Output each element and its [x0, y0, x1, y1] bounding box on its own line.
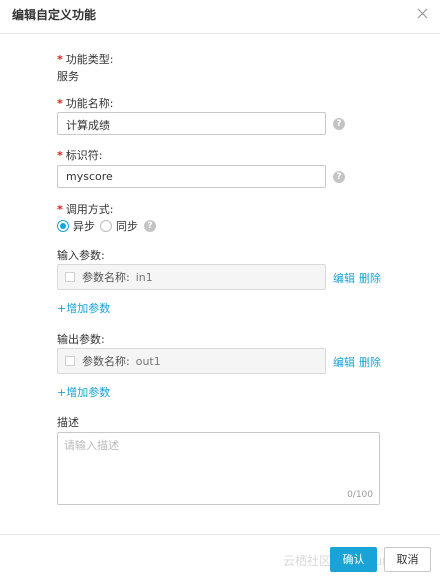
radio-async[interactable] [57, 220, 69, 232]
function-type-value: 服务 [57, 70, 79, 83]
add-output-param-link[interactable]: +增加参数 [57, 384, 110, 400]
confirm-button[interactable]: 确认 [330, 547, 377, 572]
input-param-checkbox[interactable] [65, 272, 75, 282]
output-param-delete-link[interactable]: 删除 [359, 354, 381, 370]
required-marker: * [57, 203, 63, 216]
add-input-param-link[interactable]: +增加参数 [57, 300, 110, 316]
input-param-edit-link[interactable]: 编辑 [333, 270, 355, 286]
function-type-label: * 功能类型: [57, 53, 114, 66]
call-mode-help-icon[interactable]: ? [144, 220, 156, 232]
description-label: 描述 [57, 416, 79, 429]
function-name-label: * 功能名称: [57, 97, 114, 110]
close-icon[interactable] [417, 8, 428, 19]
call-mode-label: * 调用方式: [57, 203, 114, 216]
output-param-checkbox[interactable] [65, 356, 75, 366]
required-marker: * [57, 149, 63, 162]
radio-sync[interactable] [100, 220, 112, 232]
input-params-label: 输入参数: [57, 249, 105, 262]
edit-custom-function-dialog: 编辑自定义功能 * 功能类型: 服务 * 功能名称: 计算成绩 ? * 标识符: my… [0, 0, 440, 578]
output-param-row: 参数名称: out1 [57, 348, 326, 374]
required-marker: * [57, 53, 63, 66]
dialog-title: 编辑自定义功能 [12, 8, 97, 22]
dialog-header: 编辑自定义功能 [0, 0, 440, 34]
function-name-input[interactable]: 计算成绩 [57, 112, 326, 135]
output-param-name-value: out1 [135, 354, 161, 368]
required-marker: * [57, 97, 63, 110]
description-placeholder: 请输入描述 [64, 439, 119, 452]
identifier-label: * 标识符: [57, 149, 103, 162]
call-mode-radio-group: 异步 同步 [57, 219, 143, 233]
identifier-input[interactable]: myscore [57, 165, 326, 188]
function-name-help-icon[interactable]: ? [333, 118, 345, 130]
output-params-label: 输出参数: [57, 333, 105, 346]
input-param-row: 参数名称: in1 [57, 264, 326, 290]
output-param-name-label: 参数名称: [82, 355, 130, 368]
input-param-name-value: in1 [135, 270, 153, 284]
radio-async-label[interactable]: 异步 [73, 218, 95, 234]
description-textarea[interactable]: 请输入描述 0/100 [57, 432, 380, 505]
radio-sync-label[interactable]: 同步 [116, 218, 138, 234]
cancel-button[interactable]: 取消 [384, 547, 431, 572]
description-char-counter: 0/100 [347, 490, 373, 500]
identifier-help-icon[interactable]: ? [333, 171, 345, 183]
input-param-name-label: 参数名称: [82, 271, 130, 284]
input-param-delete-link[interactable]: 删除 [359, 270, 381, 286]
output-param-edit-link[interactable]: 编辑 [333, 354, 355, 370]
